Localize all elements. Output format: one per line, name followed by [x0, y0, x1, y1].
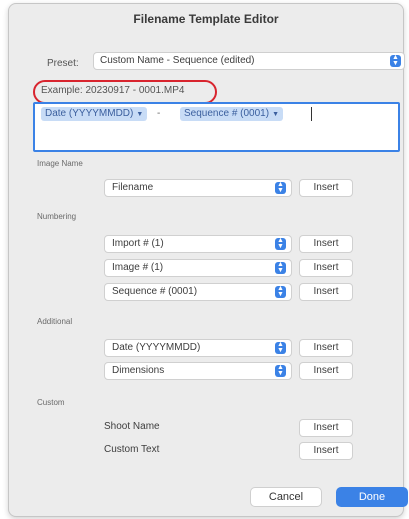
filename-template-editor-dialog: Filename Template Editor Preset: Custom …: [8, 3, 408, 517]
up-down-arrows-icon: ▲ ▼: [275, 181, 286, 194]
select-value: Import # (1): [112, 238, 164, 249]
dimensions-select[interactable]: Dimensions ▲ ▼: [104, 362, 292, 380]
image-number-select[interactable]: Image # (1) ▲ ▼: [104, 259, 292, 277]
insert-custom-text-button[interactable]: Insert: [299, 442, 353, 460]
select-value: Sequence # (0001): [112, 286, 198, 297]
up-down-arrows-icon: ▲ ▼: [275, 341, 286, 354]
section-label-numbering: Numbering: [37, 212, 77, 221]
sequence-number-select[interactable]: Sequence # (0001) ▲ ▼: [104, 283, 292, 301]
select-value: Date (YYYYMMDD): [112, 342, 201, 353]
token-sequence-label: Sequence # (0001): [184, 108, 270, 119]
select-value: Dimensions: [112, 365, 165, 376]
token-date-label: Date (YYYYMMDD): [45, 108, 134, 119]
insert-sequence-number-button[interactable]: Insert: [299, 283, 353, 301]
insert-filename-button[interactable]: Insert: [299, 179, 353, 197]
up-down-arrows-icon: ▲ ▼: [275, 364, 286, 377]
date-select[interactable]: Date (YYYYMMDD) ▲ ▼: [104, 339, 292, 357]
up-down-arrows-icon: ▲ ▼: [275, 261, 286, 274]
up-down-arrows-icon: ▲ ▼: [275, 285, 286, 298]
done-button[interactable]: Done: [336, 487, 408, 507]
template-token-field[interactable]: Date (YYYYMMDD) ▼ - Sequence # (0001) ▼: [33, 102, 400, 152]
up-down-arrows-icon: ▲ ▼: [390, 54, 401, 67]
cancel-button[interactable]: Cancel: [250, 487, 322, 507]
token-sequence[interactable]: Sequence # (0001) ▼: [180, 107, 284, 121]
select-value: Filename: [112, 182, 154, 193]
chevron-down-icon: ▼: [272, 111, 280, 118]
insert-dimensions-button[interactable]: Insert: [299, 362, 353, 380]
insert-shoot-name-button[interactable]: Insert: [299, 419, 353, 437]
filename-select[interactable]: Filename ▲ ▼: [104, 179, 292, 197]
shoot-name-label: Shoot Name: [104, 421, 160, 432]
section-label-image-name: Image Name: [37, 159, 83, 168]
up-down-arrows-icon: ▲ ▼: [275, 237, 286, 250]
section-label-additional: Additional: [37, 317, 73, 326]
preset-select-value: Custom Name - Sequence (edited): [100, 55, 255, 66]
insert-image-number-button[interactable]: Insert: [299, 259, 353, 277]
insert-import-number-button[interactable]: Insert: [299, 235, 353, 253]
insert-date-button[interactable]: Insert: [299, 339, 353, 357]
token-date[interactable]: Date (YYYYMMDD) ▼: [41, 107, 148, 121]
select-value: Image # (1): [112, 262, 164, 273]
custom-text-label: Custom Text: [104, 444, 160, 455]
section-label-custom: Custom: [37, 398, 65, 407]
preset-select[interactable]: Custom Name - Sequence (edited) ▲ ▼: [93, 52, 405, 70]
chevron-down-icon: ▼: [136, 111, 144, 118]
dialog-title: Filename Template Editor: [133, 12, 279, 26]
preset-label: Preset:: [47, 58, 79, 69]
text-caret: [311, 107, 312, 121]
import-number-select[interactable]: Import # (1) ▲ ▼: [104, 235, 292, 253]
token-separator: -: [157, 108, 161, 119]
example-text: Example: 20230917 - 0001.MP4: [41, 85, 185, 96]
